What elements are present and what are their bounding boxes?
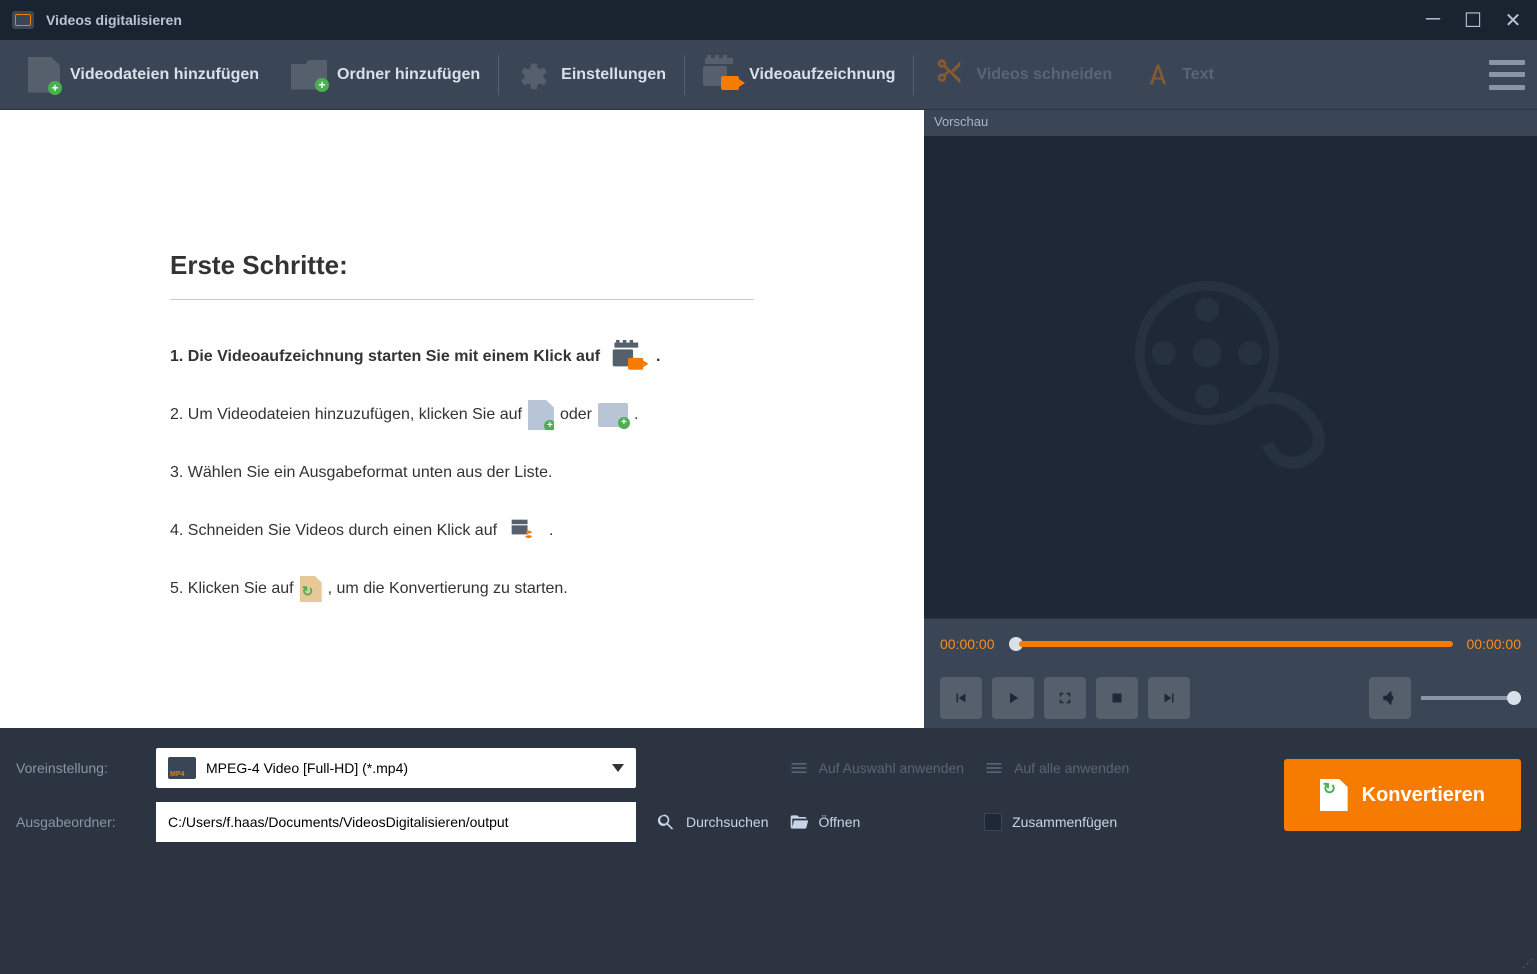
record-label: Videoaufzeichnung xyxy=(749,66,895,84)
toolbar: Videodateien hinzufügen Ordner hinzufüge… xyxy=(0,40,1537,110)
convert-icon xyxy=(300,576,322,602)
output-label: Ausgabeordner: xyxy=(16,814,136,830)
close-button[interactable]: ✕ xyxy=(1501,8,1525,33)
settings-button[interactable]: Einstellungen xyxy=(501,50,682,100)
add-folder-label: Ordner hinzufügen xyxy=(337,66,480,84)
timeline-track[interactable] xyxy=(1009,641,1453,647)
step-5: 5. Klicken Sie auf , um die Konvertierun… xyxy=(170,572,754,606)
browse-button[interactable]: Durchsuchen xyxy=(656,812,769,832)
preset-label: Voreinstellung: xyxy=(16,760,136,776)
step-1: 1. Die Videoaufzeichnung starten Sie mit… xyxy=(170,340,754,374)
output-path-input[interactable] xyxy=(156,802,636,842)
next-button[interactable] xyxy=(1148,677,1190,719)
checkbox-icon xyxy=(984,813,1002,831)
merge-checkbox[interactable]: Zusammenfügen xyxy=(984,813,1264,831)
settings-label: Einstellungen xyxy=(561,66,666,84)
add-files-button[interactable]: Videodateien hinzufügen xyxy=(12,49,275,101)
separator xyxy=(498,55,499,95)
folder-add-icon xyxy=(291,60,327,90)
stop-button[interactable] xyxy=(1096,677,1138,719)
apply-selection-button[interactable]: Auf Auswahl anwenden xyxy=(789,758,965,778)
step-4: 4. Schneiden Sie Videos durch einen Klic… xyxy=(170,514,754,548)
preview-area xyxy=(924,136,1537,618)
time-total: 00:00:00 xyxy=(1467,636,1522,652)
record-icon xyxy=(613,343,644,372)
film-reel-icon xyxy=(1111,257,1351,497)
resize-grip[interactable]: ⋰ xyxy=(1522,957,1533,970)
preview-panel: Vorschau 00:00:00 00:00:00 xyxy=(924,110,1537,728)
preset-select[interactable]: MPEG-4 Video [Full-HD] (*.mp4) xyxy=(156,748,636,788)
step-3: 3. Wählen Sie ein Ausgabeformat unten au… xyxy=(170,456,754,490)
convert-button[interactable]: Konvertieren xyxy=(1284,759,1521,831)
titlebar: Videos digitalisieren ─ ☐ ✕ xyxy=(0,0,1537,40)
text-icon xyxy=(1144,61,1172,89)
mp4-icon xyxy=(168,757,196,779)
main-area: Erste Schritte: 1. Die Videoaufzeichnung… xyxy=(0,110,1537,728)
bottom-panel: Voreinstellung: MPEG-4 Video [Full-HD] (… xyxy=(0,728,1537,872)
volume-slider[interactable] xyxy=(1421,696,1521,700)
step-2: 2. Um Videodateien hinzuzufügen, klicken… xyxy=(170,398,754,432)
separator xyxy=(684,55,685,95)
record-icon xyxy=(703,58,739,92)
chevron-down-icon xyxy=(612,764,624,772)
file-add-icon xyxy=(528,400,554,430)
file-add-icon xyxy=(28,57,60,93)
getting-started-heading: Erste Schritte: xyxy=(170,250,754,281)
play-button[interactable] xyxy=(992,677,1034,719)
gear-icon xyxy=(517,58,551,92)
separator xyxy=(913,55,914,95)
prev-button[interactable] xyxy=(940,677,982,719)
content-panel: Erste Schritte: 1. Die Videoaufzeichnung… xyxy=(0,110,924,728)
text-label: Text xyxy=(1182,66,1214,84)
menu-button[interactable] xyxy=(1489,60,1525,90)
text-button[interactable]: Text xyxy=(1128,53,1230,97)
window-title: Videos digitalisieren xyxy=(46,12,1421,28)
app-icon xyxy=(12,11,34,29)
cut-label: Videos schneiden xyxy=(976,66,1112,84)
volume-button[interactable] xyxy=(1369,677,1411,719)
cut-button[interactable]: Videos schneiden xyxy=(916,47,1128,102)
apply-all-button[interactable]: Auf alle anwenden xyxy=(984,758,1264,778)
preset-value: MPEG-4 Video [Full-HD] (*.mp4) xyxy=(206,760,612,776)
scissors-icon xyxy=(932,55,966,94)
add-folder-button[interactable]: Ordner hinzufügen xyxy=(275,52,496,98)
convert-icon xyxy=(1320,779,1348,811)
divider xyxy=(170,299,754,300)
maximize-button[interactable]: ☐ xyxy=(1461,8,1485,33)
preview-label: Vorschau xyxy=(924,110,1537,136)
folder-add-icon xyxy=(598,403,628,427)
volume-control xyxy=(1369,677,1521,719)
window-controls: ─ ☐ ✕ xyxy=(1421,8,1525,33)
scissors-icon xyxy=(509,517,536,544)
time-current: 00:00:00 xyxy=(940,636,995,652)
open-button[interactable]: Öffnen xyxy=(789,812,965,832)
fullscreen-button[interactable] xyxy=(1044,677,1086,719)
playback-controls xyxy=(924,668,1537,728)
add-files-label: Videodateien hinzufügen xyxy=(70,66,259,84)
minimize-button[interactable]: ─ xyxy=(1421,8,1445,33)
record-button[interactable]: Videoaufzeichnung xyxy=(687,50,911,100)
timeline[interactable]: 00:00:00 00:00:00 xyxy=(924,618,1537,668)
